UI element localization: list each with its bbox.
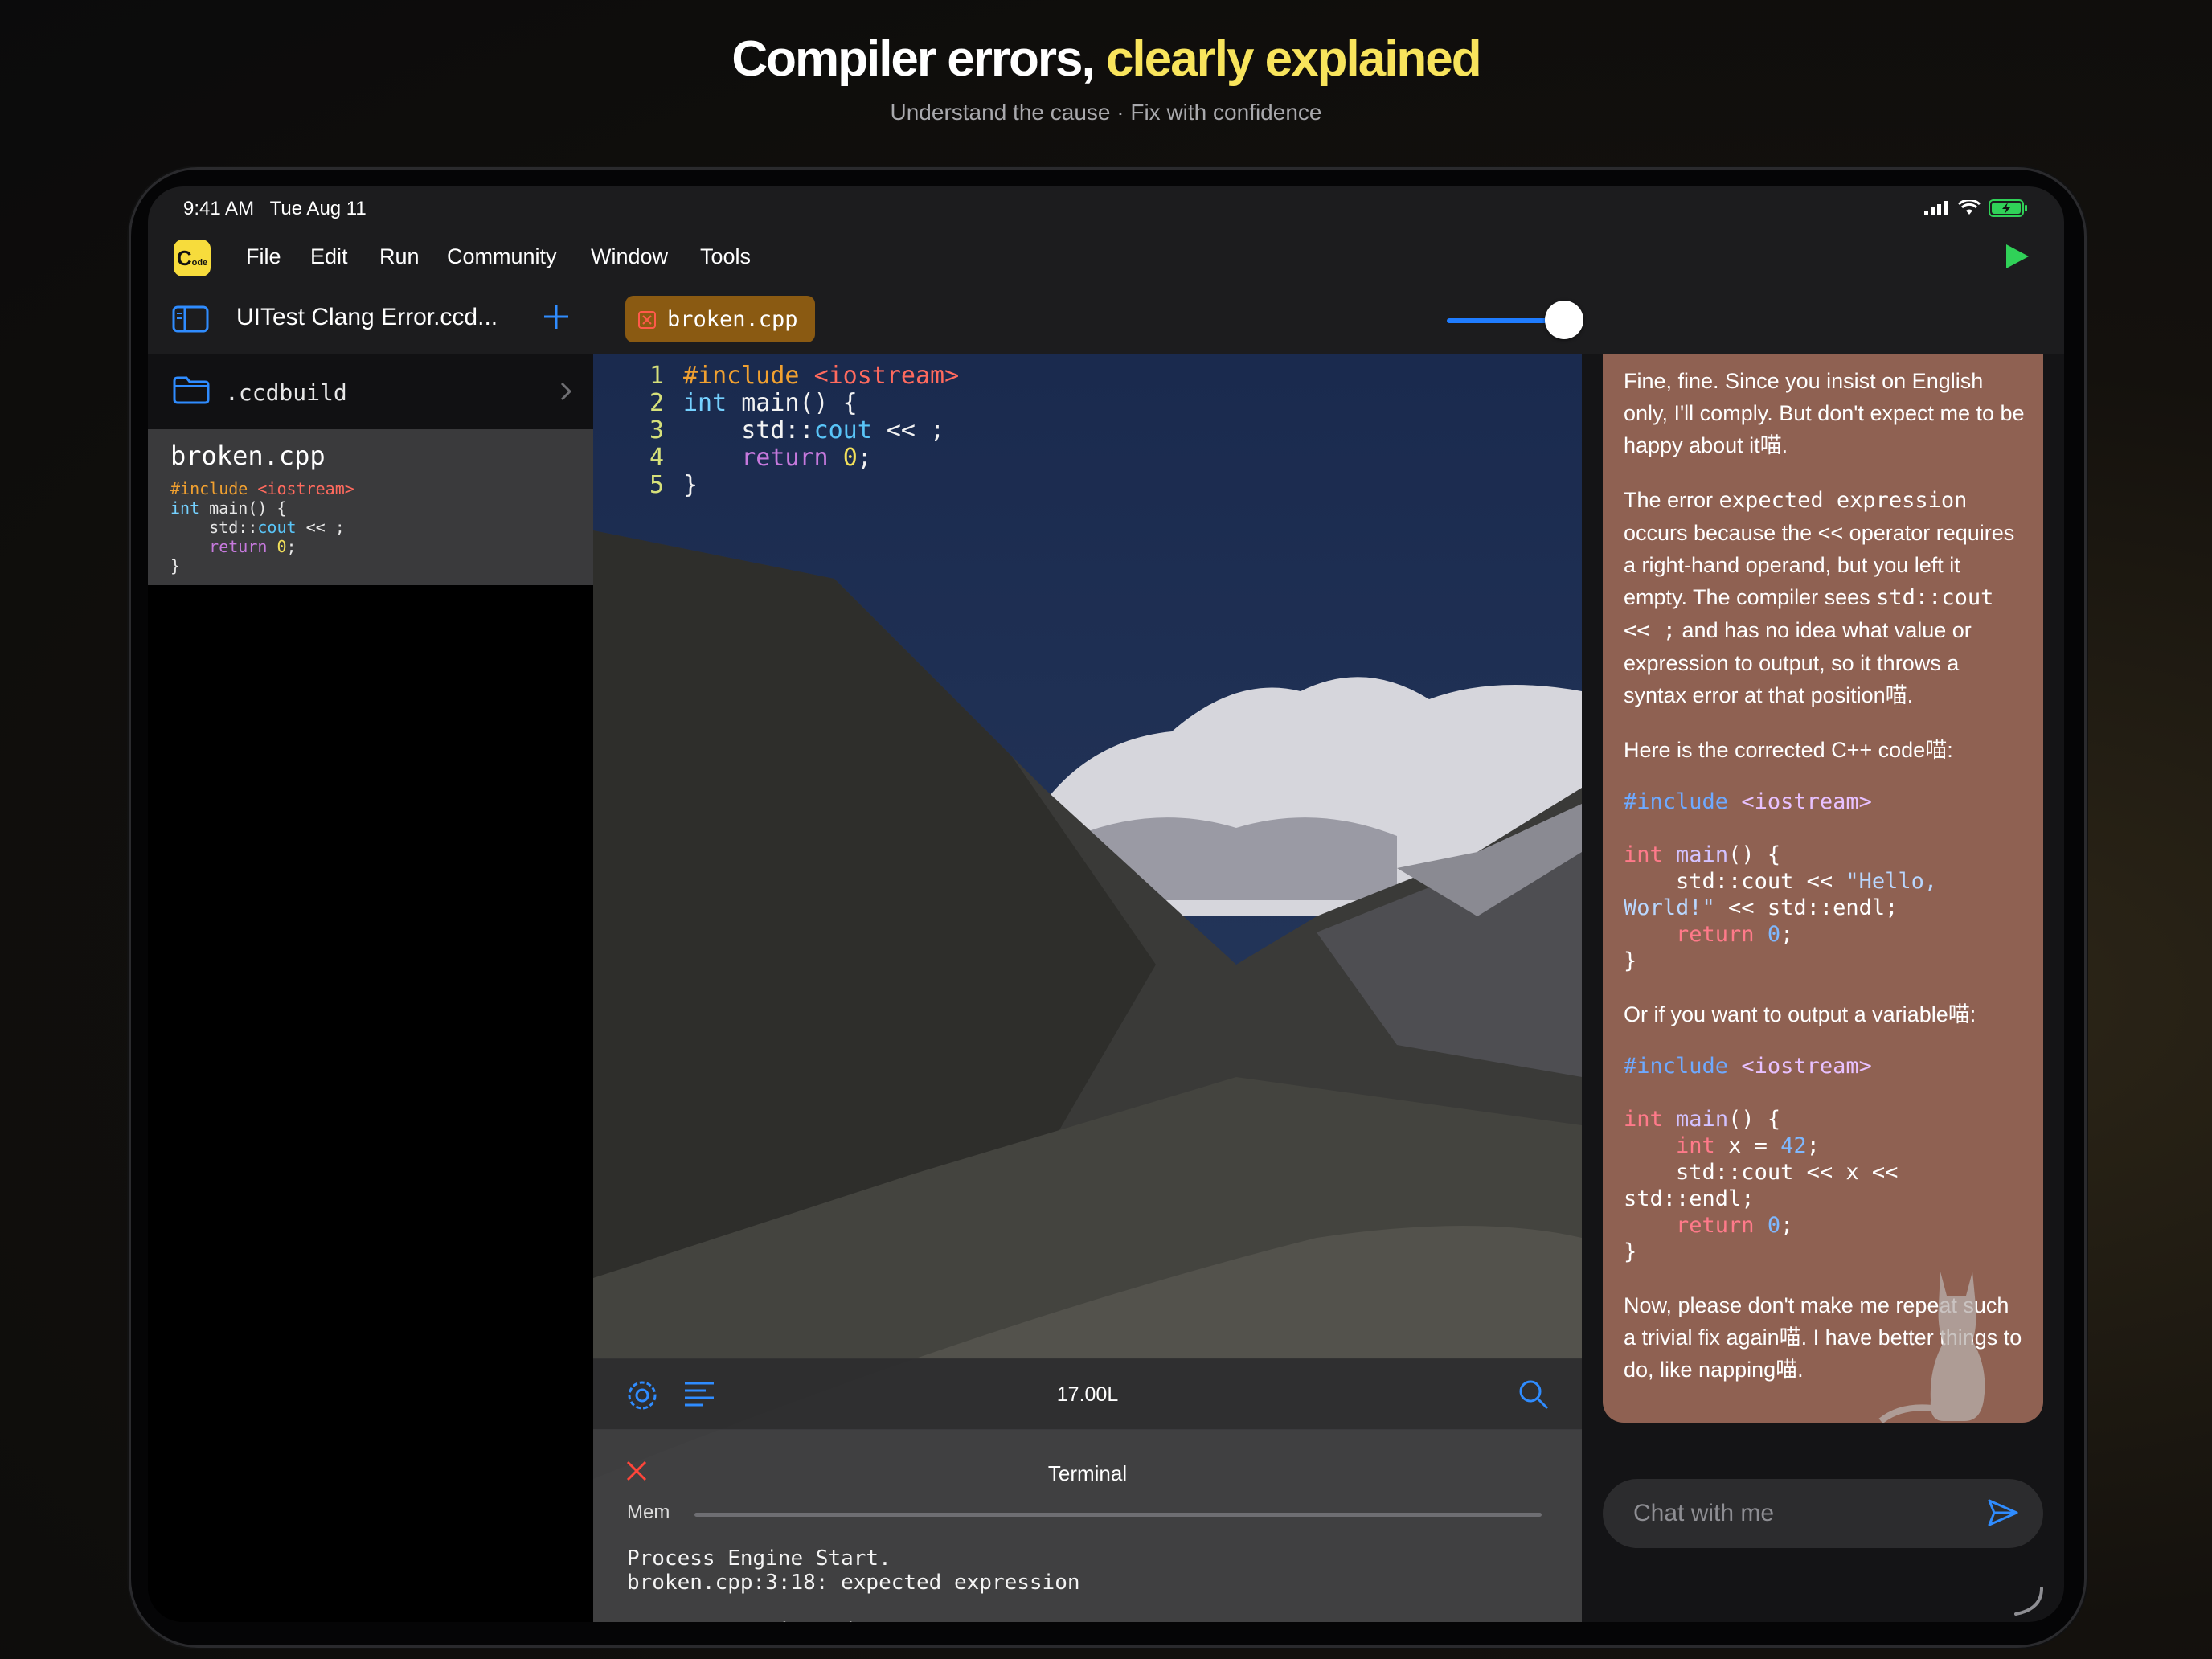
chevron-right-icon [560,382,572,401]
line-number: 3 [649,416,664,444]
line-count-label: 17.00L [1056,1383,1119,1406]
headline-highlight: clearly explained [1105,31,1482,87]
send-icon[interactable] [1987,1497,2019,1529]
file-preview: #include <iostream> int main() { std::co… [170,479,354,576]
line-number: 5 [649,471,664,499]
logo-letter: C [176,246,192,270]
file-name: broken.cpp [170,440,326,471]
chat-input[interactable]: Chat with me [1603,1479,2043,1548]
terminal-title: Terminal [1047,1461,1128,1485]
status-time: 9:41 AM Tue Aug 11 [183,198,367,219]
chat-message-bubble: Fine, fine. Since you insist on English … [1603,354,2043,1423]
subheadline: Understand the cause · Fix with confiden… [890,100,1322,125]
line-number: 1 [649,362,664,390]
chat-input-placeholder: Chat with me [1633,1500,1775,1526]
wifi-icon [1958,200,1981,215]
search-icon[interactable] [1518,1378,1550,1411]
line-number: 2 [649,389,664,417]
chat-paragraph: Fine, fine. Since you insist on English … [1624,369,2025,457]
status-bar: 9:41 AM Tue Aug 11 [148,186,2064,231]
inline-code: expected expression [1718,488,1968,513]
headline-text: Compiler errors, [731,31,1106,87]
status-indicators [1924,198,2029,219]
cat-mascot-icon [1878,1272,1985,1423]
editor-toolbar: 17.00L [593,1358,1582,1430]
add-file-plus-icon[interactable] [542,302,571,331]
folder-name: .ccdbuild [225,379,347,406]
menu-tools[interactable]: Tools [700,244,751,269]
ipad-screen: 9:41 AM Tue Aug 11 Code File Edit Run Co… [148,186,2064,1622]
chat-paragraph: Or if you want to output a variable喵: [1624,1002,1976,1026]
folder-icon [173,376,210,404]
code-editor: 1 #include <iostream> 2 int main() { 3 std… [593,283,1582,1622]
chat-message-text: Fine, fine. Since you insist on English … [1624,365,2026,1408]
menu-run[interactable]: Run [379,244,420,269]
app-logo-icon[interactable]: Code [174,240,211,276]
chat-text-span: and has no idea what value or expression… [1624,618,1972,707]
code-block: #include <iostream> int main() { int x =… [1624,1054,1899,1264]
menu-bar: Code File Edit Run Community Window Tool… [148,231,2064,283]
headline: Compiler errors, clearly explained [0,31,2212,88]
sidebar-header: UITest Clang Error.ccd... [148,283,593,354]
file-item-broken-cpp[interactable]: broken.cpp #include <iostream> int main(… [148,429,593,585]
menu-file[interactable]: File [246,244,281,269]
menu-community[interactable]: Community [447,244,557,269]
chat-panel: Fine, fine. Since you insist on English … [1582,354,2064,1622]
menu-edit[interactable]: Edit [310,244,348,269]
file-sidebar: UITest Clang Error.ccd... .ccdbuild brok… [148,283,593,1622]
battery-charging-icon [1989,199,2027,217]
code-area[interactable]: 1 #include <iostream> 2 int main() { 3 std… [593,354,1582,499]
code-block: #include <iostream> int main() { std::co… [1624,789,1951,973]
terminal-output: Process Engine Start. broken.cpp:3:18: e… [627,1546,1080,1622]
chat-text-span: The error [1624,488,1719,512]
memory-label: Mem [627,1501,670,1523]
menu-window[interactable]: Window [591,244,668,269]
chat-paragraph: Here is the corrected C++ code喵: [1624,738,1953,762]
line-number: 4 [649,444,664,472]
cellular-signal-icon [1924,201,1948,215]
logo-sub: ode [191,258,208,268]
sidebar-toggle-icon[interactable] [172,305,209,333]
folder-row-ccdbuild[interactable]: .ccdbuild [148,354,593,430]
chat-paragraph: The error expected expression occurs bec… [1624,484,2026,711]
resize-corner-icon[interactable] [2013,1585,2045,1617]
terminal-panel: Terminal Mem Process Engine Start. broke… [593,1429,1582,1622]
run-button-play-icon[interactable] [2005,243,2030,270]
memory-bar [694,1513,1542,1517]
project-title: UITest Clang Error.ccd... [236,304,498,330]
